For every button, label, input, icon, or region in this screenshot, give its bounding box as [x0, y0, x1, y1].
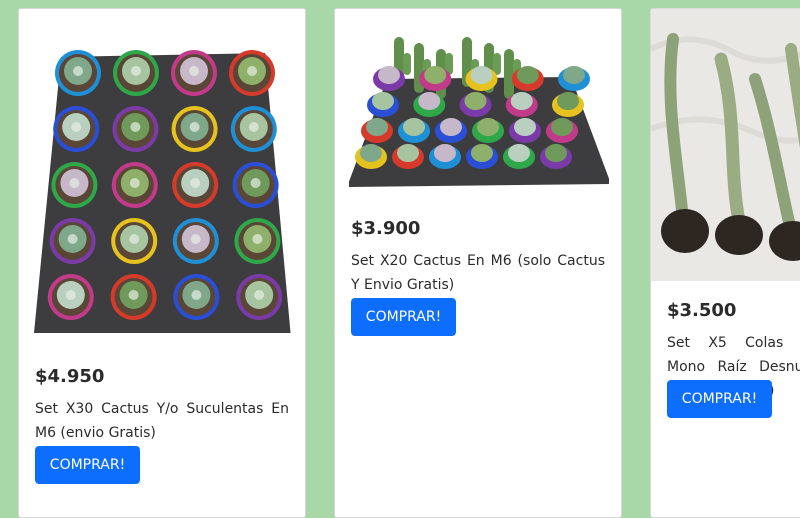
- product-price: $3.900: [351, 218, 421, 239]
- product-image[interactable]: [349, 19, 609, 199]
- buy-button[interactable]: COMPRAR!: [35, 446, 140, 484]
- buy-button[interactable]: COMPRAR!: [667, 380, 772, 418]
- buy-button[interactable]: COMPRAR!: [351, 298, 456, 336]
- product-card[interactable]: $3.500 Set X5 Colas De Mono Raíz Desnuda…: [650, 8, 800, 518]
- product-image[interactable]: [33, 23, 291, 333]
- product-price: $3.500: [667, 300, 737, 321]
- product-card[interactable]: $4.950 Set X30 Cactus Y/o Suculentas En …: [18, 8, 306, 518]
- product-card[interactable]: $3.900 Set X20 Cactus En M6 (solo Cactus…: [334, 8, 622, 518]
- product-image[interactable]: [651, 9, 800, 281]
- product-title[interactable]: Set X30 Cactus Y/o Suculentas En M6 (env…: [35, 397, 289, 445]
- product-title[interactable]: Set X20 Cactus En M6 (solo Cactus Y Envi…: [351, 249, 605, 297]
- product-price: $4.950: [35, 366, 105, 387]
